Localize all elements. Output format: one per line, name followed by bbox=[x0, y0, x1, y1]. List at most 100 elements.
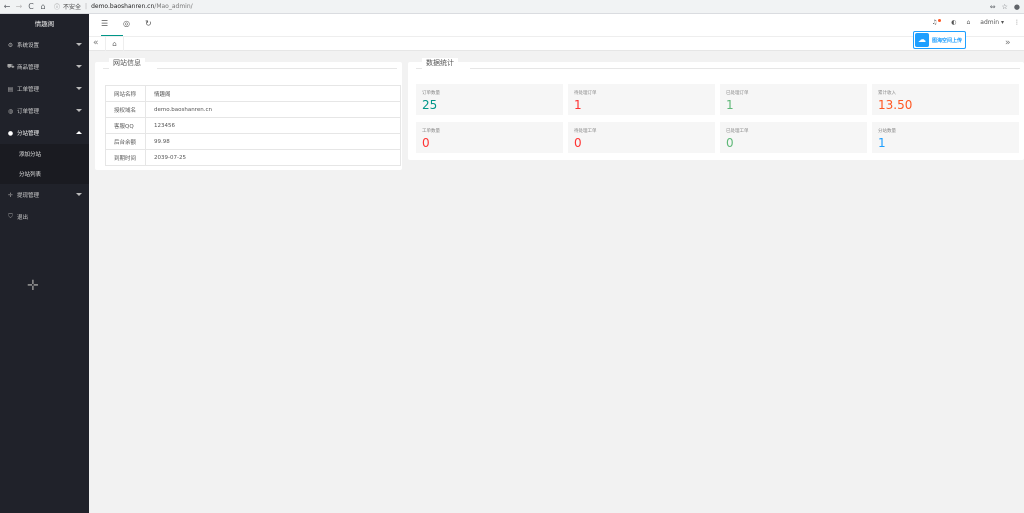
table-row: 后台余额 99.98 bbox=[105, 133, 401, 150]
sidebar-subitem-substation-list[interactable]: 分站列表 bbox=[0, 164, 89, 184]
home-icon: ⌂ bbox=[112, 40, 117, 48]
top-header: ☰ ◎ ↻ ♫ ◐ ⌂ admin ▾ ⋮ bbox=[89, 14, 1024, 37]
url-separator: | bbox=[85, 3, 88, 10]
sidebar-item-system-settings[interactable]: ⚙ 系统设置 bbox=[0, 34, 89, 56]
legend-line-left bbox=[103, 68, 109, 69]
stat-card-processed-orders: 已处理订单 1 bbox=[720, 84, 867, 115]
circle-icon: ◍ bbox=[7, 107, 14, 115]
profile-icon[interactable]: ● bbox=[1014, 3, 1020, 11]
sidebar-item-label: 商品管理 bbox=[17, 65, 40, 71]
header-actions: ♫ ◐ ⌂ admin ▾ ⋮ bbox=[932, 19, 1020, 26]
stat-value: 1 bbox=[726, 98, 734, 112]
stat-value: 13.50 bbox=[878, 98, 913, 112]
user-name: admin bbox=[980, 19, 1000, 26]
tabs-scroll-right-icon[interactable]: » bbox=[1005, 38, 1011, 48]
stat-card-pending-tickets: 待处理工单 0 bbox=[568, 122, 715, 153]
refresh-icon[interactable]: ↻ bbox=[145, 19, 152, 28]
browser-actions: ⇔ ☆ ● bbox=[990, 0, 1020, 14]
security-label: 不安全 bbox=[63, 4, 82, 11]
stat-card-pending-orders: 待处理订单 1 bbox=[568, 84, 715, 115]
plus-icon: ✛ bbox=[7, 191, 14, 199]
legend-line-right bbox=[470, 68, 1020, 69]
address-bar[interactable]: ⓘ 不安全 | demo.baoshanren.cn /Mao_admin/ bbox=[54, 2, 193, 12]
translate-icon[interactable]: ⇔ bbox=[990, 3, 996, 11]
more-icon[interactable]: ⋮ bbox=[1014, 19, 1020, 26]
stat-label: 已处理工单 bbox=[726, 129, 749, 134]
upload-button[interactable]: ☁ 图海空间上传 bbox=[913, 31, 966, 49]
bell-icon[interactable]: ♫ bbox=[932, 19, 942, 26]
theme-icon[interactable]: ◐ bbox=[951, 19, 956, 26]
reload-icon[interactable]: C bbox=[26, 1, 36, 13]
sidebar-item-tickets[interactable]: ▤ 工单管理 bbox=[0, 78, 89, 100]
table-row: 到期时间 2039-07-25 bbox=[105, 149, 401, 166]
sidebar-subitem-add-substation[interactable]: 添加分站 bbox=[0, 144, 89, 164]
sidebar-item-label: 订单管理 bbox=[17, 109, 40, 115]
cloud-icon: ☁ bbox=[915, 33, 929, 47]
row-value: 2039-07-25 bbox=[145, 149, 401, 166]
sidebar-item-label: 系统设置 bbox=[17, 43, 40, 49]
stat-label: 工单数量 bbox=[422, 129, 440, 134]
stat-value: 0 bbox=[574, 136, 582, 150]
sidebar-item-label: 分站管理 bbox=[17, 131, 40, 137]
legend-line-left bbox=[416, 68, 422, 69]
back-icon[interactable]: ← bbox=[2, 1, 12, 13]
globe-icon[interactable]: ◎ bbox=[123, 19, 130, 28]
cart-icon: ⛟ bbox=[7, 63, 15, 70]
table-row: 授权域名 demo.baoshanren.cn bbox=[105, 101, 401, 118]
sidebar-item-withdrawals[interactable]: ✛ 提现管理 bbox=[0, 184, 89, 206]
stat-value: 25 bbox=[422, 98, 438, 112]
stat-value: 1 bbox=[878, 136, 886, 150]
user-menu[interactable]: admin ▾ bbox=[980, 19, 1004, 26]
stat-card-tickets: 工单数量 0 bbox=[416, 122, 563, 153]
shield-icon: ⛉ bbox=[8, 213, 13, 220]
tabs-scroll-left-icon[interactable]: « bbox=[93, 38, 99, 48]
sidebar-item-orders[interactable]: ◍ 订单管理 bbox=[0, 100, 89, 122]
move-cursor-icon: ✛ bbox=[27, 278, 39, 294]
site-info-table: 网站名称 情趣阁 授权域名 demo.baoshanren.cn 客服QQ 12… bbox=[105, 85, 401, 166]
site-info-title: 网站信息 bbox=[109, 58, 145, 68]
row-key: 后台余额 bbox=[105, 133, 146, 150]
chevron-down-icon bbox=[76, 65, 82, 68]
tag-icon[interactable]: ⌂ bbox=[966, 19, 970, 26]
bookmark-star-icon[interactable]: ☆ bbox=[1002, 3, 1008, 11]
chevron-up-icon bbox=[76, 131, 82, 134]
sidebar-logo[interactable]: 情趣阁 bbox=[0, 14, 89, 34]
stat-label: 订单数量 bbox=[422, 91, 440, 96]
tab-home[interactable]: ⌂ bbox=[105, 37, 124, 51]
row-value: 情趣阁 bbox=[145, 85, 401, 102]
sidebar-item-label: 提现管理 bbox=[17, 193, 40, 199]
browser-toolbar: ← → C ⌂ ⓘ 不安全 | demo.baoshanren.cn /Mao_… bbox=[0, 0, 1024, 14]
chevron-down-icon bbox=[76, 87, 82, 90]
sidebar-item-logout[interactable]: ⛉ 退出 bbox=[0, 206, 89, 228]
upload-button-label: 图海空间上传 bbox=[932, 37, 963, 44]
chevron-down-icon bbox=[76, 43, 82, 46]
row-key: 授权域名 bbox=[105, 101, 146, 118]
row-value: 99.98 bbox=[145, 133, 401, 150]
gear-icon: ⚙ bbox=[7, 41, 14, 49]
stat-value: 0 bbox=[726, 136, 734, 150]
sidebar-item-products[interactable]: ⛟ 商品管理 bbox=[0, 56, 89, 78]
info-icon[interactable]: ⓘ bbox=[54, 2, 60, 11]
chevron-down-icon bbox=[76, 193, 82, 196]
sidebar-item-label: 工单管理 bbox=[17, 87, 40, 93]
stats-title: 数据统计 bbox=[422, 58, 458, 68]
menu-toggle-icon[interactable]: ☰ bbox=[101, 19, 108, 28]
sidebar-item-substations[interactable]: ● 分站管理 bbox=[0, 122, 89, 144]
url-domain: demo.baoshanren.cn bbox=[91, 3, 155, 10]
row-value: 123456 bbox=[145, 117, 401, 134]
url-path: /Mao_admin/ bbox=[154, 3, 193, 10]
stat-value: 1 bbox=[574, 98, 582, 112]
sidebar: 情趣阁 ⚙ 系统设置 ⛟ 商品管理 ▤ 工单管理 ◍ 订单管理 ● 分站管理 添… bbox=[0, 14, 89, 513]
row-value: demo.baoshanren.cn bbox=[145, 101, 401, 118]
row-key: 到期时间 bbox=[105, 149, 146, 166]
stat-label: 待处理订单 bbox=[574, 91, 597, 96]
stat-label: 待处理工单 bbox=[574, 129, 597, 134]
legend-line-right bbox=[157, 68, 397, 69]
stat-label: 已处理订单 bbox=[726, 91, 749, 96]
forward-icon[interactable]: → bbox=[14, 1, 24, 13]
doc-icon: ▤ bbox=[7, 85, 14, 93]
notification-dot bbox=[938, 19, 942, 22]
chevron-down-icon bbox=[76, 109, 82, 112]
stat-label: 分站数量 bbox=[878, 129, 896, 134]
home-icon[interactable]: ⌂ bbox=[38, 1, 48, 13]
